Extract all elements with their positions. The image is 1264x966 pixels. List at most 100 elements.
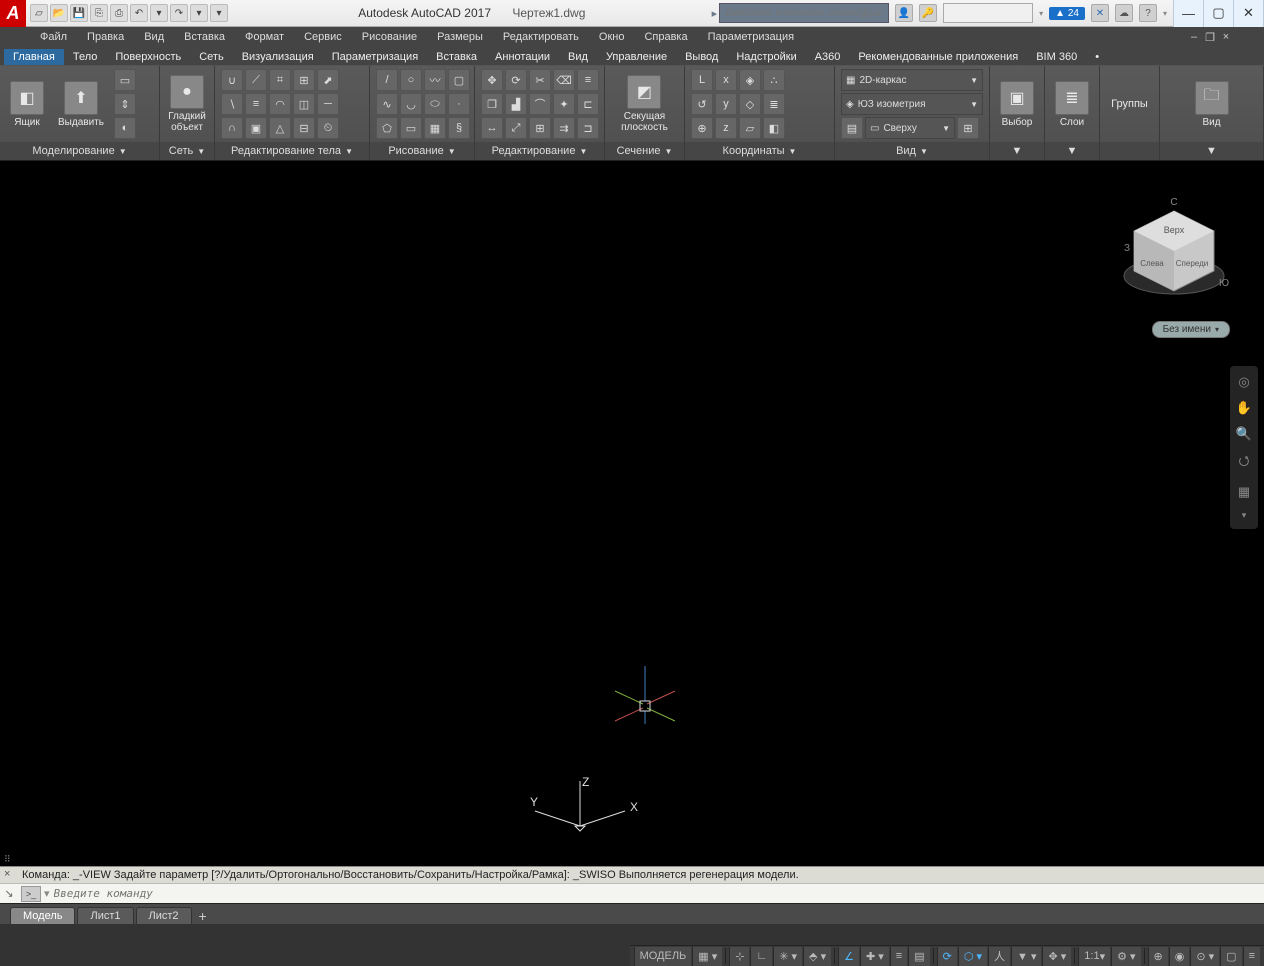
menu-dimension[interactable]: Размеры [427, 29, 493, 45]
search-arrow-icon[interactable]: ▸ [712, 7, 718, 20]
rectangle-icon[interactable]: ▭ [400, 117, 422, 139]
subtract-icon[interactable]: ∖ [221, 93, 243, 115]
menu-file[interactable]: Файл [30, 29, 77, 45]
tab-visualize[interactable]: Визуализация [233, 49, 323, 65]
offset-face-icon[interactable]: ⊞ [293, 69, 315, 91]
stretch-icon[interactable]: ↔ [481, 117, 503, 139]
mirror-icon[interactable]: ▟ [505, 93, 527, 115]
tab-manage[interactable]: Управление [597, 49, 676, 65]
hardware-accel-icon[interactable]: ◉ [1169, 947, 1190, 966]
help-dropdown-icon[interactable]: ▾ [1163, 9, 1167, 18]
slice-icon[interactable]: ⟋ [245, 69, 267, 91]
layout-tab-1[interactable]: Лист1 [77, 907, 133, 924]
groups-button[interactable]: Группы [1107, 97, 1152, 112]
menu-help[interactable]: Справка [634, 29, 697, 45]
new-icon[interactable]: ▱ [30, 4, 48, 22]
revolve-icon[interactable]: ◐ [114, 117, 136, 139]
ucs-y-icon[interactable]: y [715, 93, 737, 115]
polygon-icon[interactable]: ⬠ [376, 117, 398, 139]
menu-tools[interactable]: Сервис [294, 29, 352, 45]
fillet-edge-icon[interactable]: ◠ [269, 93, 291, 115]
region-icon[interactable]: ▢ [448, 69, 470, 91]
steering-wheel-icon[interactable]: ◎ [1238, 374, 1249, 390]
a360-icon[interactable]: ☁ [1115, 4, 1133, 22]
taper-face-icon[interactable]: △ [269, 117, 291, 139]
panel-visual-title[interactable]: Вид▼ [835, 142, 989, 160]
copy-icon[interactable]: ❐ [481, 93, 503, 115]
panel-modify-title[interactable]: Редактирование▼ [475, 142, 604, 160]
lineweight-icon[interactable]: ≡ [890, 947, 907, 966]
trim-icon[interactable]: ✂ [529, 69, 551, 91]
iso-icon[interactable]: ⬘ ▾ [803, 947, 831, 966]
undo-drop-icon[interactable]: ▾ [150, 4, 168, 22]
tab-surface[interactable]: Поверхность [106, 49, 190, 65]
tab-home[interactable]: Главная [4, 49, 64, 65]
panel-mesh-title[interactable]: Сеть▼ [160, 142, 214, 160]
tab-view[interactable]: Вид [559, 49, 597, 65]
circle-icon[interactable]: ○ [400, 69, 422, 91]
ucs-icon[interactable]: X Y Z [530, 776, 650, 856]
tab-mesh[interactable]: Сеть [190, 49, 232, 65]
command-close-icon[interactable]: × [4, 868, 10, 880]
fillet-icon[interactable]: ⌒ [529, 93, 551, 115]
open-icon[interactable]: 📂 [50, 4, 68, 22]
layout-tab-model[interactable]: Модель [10, 907, 75, 924]
panel-groups-title[interactable] [1100, 142, 1159, 160]
tab-bim360[interactable]: BIM 360 [1027, 49, 1086, 65]
rotate-icon[interactable]: ⟳ [505, 69, 527, 91]
view-top-dropdown[interactable]: ▭ Сверху ▼ [865, 117, 955, 139]
view-button[interactable]: 🗀 Вид [1191, 79, 1233, 130]
ucs-prev-icon[interactable]: ↺ [691, 93, 713, 115]
exchange-icon[interactable]: ✕ [1091, 4, 1109, 22]
panel-view-title[interactable]: ▼ [1160, 142, 1263, 160]
customize-icon[interactable]: ≡ [1243, 947, 1260, 966]
menu-format[interactable]: Формат [235, 29, 294, 45]
zoom-icon[interactable]: 🔍 [1236, 426, 1252, 442]
grid-icon[interactable]: ▦ ▾ [692, 947, 722, 966]
move-icon[interactable]: ✥ [481, 69, 503, 91]
tab-addins[interactable]: Надстройки [727, 49, 805, 65]
edge-icon[interactable]: ─ [317, 93, 339, 115]
arc-icon[interactable]: ◡ [400, 93, 422, 115]
drawing-canvas[interactable]: Верх Спереди Слева З Ю С Без имени ▾ ◎ ✋… [0, 161, 1264, 866]
solid-history-icon[interactable]: ⏲ [317, 117, 339, 139]
clean-screen-icon[interactable]: ▢ [1220, 947, 1241, 966]
ellipse-icon[interactable]: ⬭ [424, 93, 446, 115]
annotation-scale[interactable]: 1:1 ▾ [1078, 947, 1110, 966]
tab-featured[interactable]: Рекомендованные приложения [849, 49, 1027, 65]
tab-solid[interactable]: Тело [64, 49, 107, 65]
gizmo-icon[interactable]: ✥ ▾ [1042, 947, 1071, 966]
notification-badge[interactable]: ▲ 24 [1049, 7, 1085, 20]
view-direction-dropdown[interactable]: ◈ ЮЗ изометрия ▼ [841, 93, 983, 115]
ucs-z-icon[interactable]: z [715, 117, 737, 139]
ucs-object-icon[interactable]: ◇ [739, 93, 761, 115]
drag-handle-icon[interactable]: ⠿ [4, 854, 14, 866]
keys-icon[interactable]: 🔑 [919, 4, 937, 22]
panel-section-title[interactable]: Сечение▼ [605, 142, 684, 160]
ortho-icon[interactable]: ∟ [750, 947, 772, 966]
isolate-icon[interactable]: ⊙ ▾ [1190, 947, 1219, 966]
panel-coord-title[interactable]: Координаты▼ [685, 142, 834, 160]
qat-more-icon[interactable]: ▾ [210, 4, 228, 22]
dynamic-ucs-icon[interactable]: 人 [988, 947, 1010, 966]
ucs-3point-icon[interactable]: ∴ [763, 69, 785, 91]
tab-parametric[interactable]: Параметризация [323, 49, 427, 65]
model-space-toggle[interactable]: МОДЕЛЬ [634, 947, 692, 966]
osnap-icon[interactable]: ∠ [838, 947, 859, 966]
imprint-icon[interactable]: ▣ [245, 117, 267, 139]
line-icon[interactable]: / [376, 69, 398, 91]
extract-edges-icon[interactable]: ⌗ [269, 69, 291, 91]
layers-button[interactable]: ≣ Слои [1051, 79, 1093, 130]
saveas-icon[interactable]: ⎘ [90, 4, 108, 22]
nav-more-icon[interactable]: ▾ [1242, 510, 1247, 521]
selection-button[interactable]: ▣ Выбор [996, 79, 1038, 130]
separate-icon[interactable]: ⊟ [293, 117, 315, 139]
scale-icon[interactable]: ⤢ [505, 117, 527, 139]
explode-icon[interactable]: ✦ [553, 93, 575, 115]
ucs-face-icon[interactable]: ▱ [739, 117, 761, 139]
hatch-icon[interactable]: ▦ [424, 117, 446, 139]
shell-icon[interactable]: ◫ [293, 93, 315, 115]
array-icon[interactable]: ⊞ [529, 117, 551, 139]
plot-icon[interactable]: ⎙ [110, 4, 128, 22]
viewcube-named-view[interactable]: Без имени ▾ [1152, 321, 1230, 338]
